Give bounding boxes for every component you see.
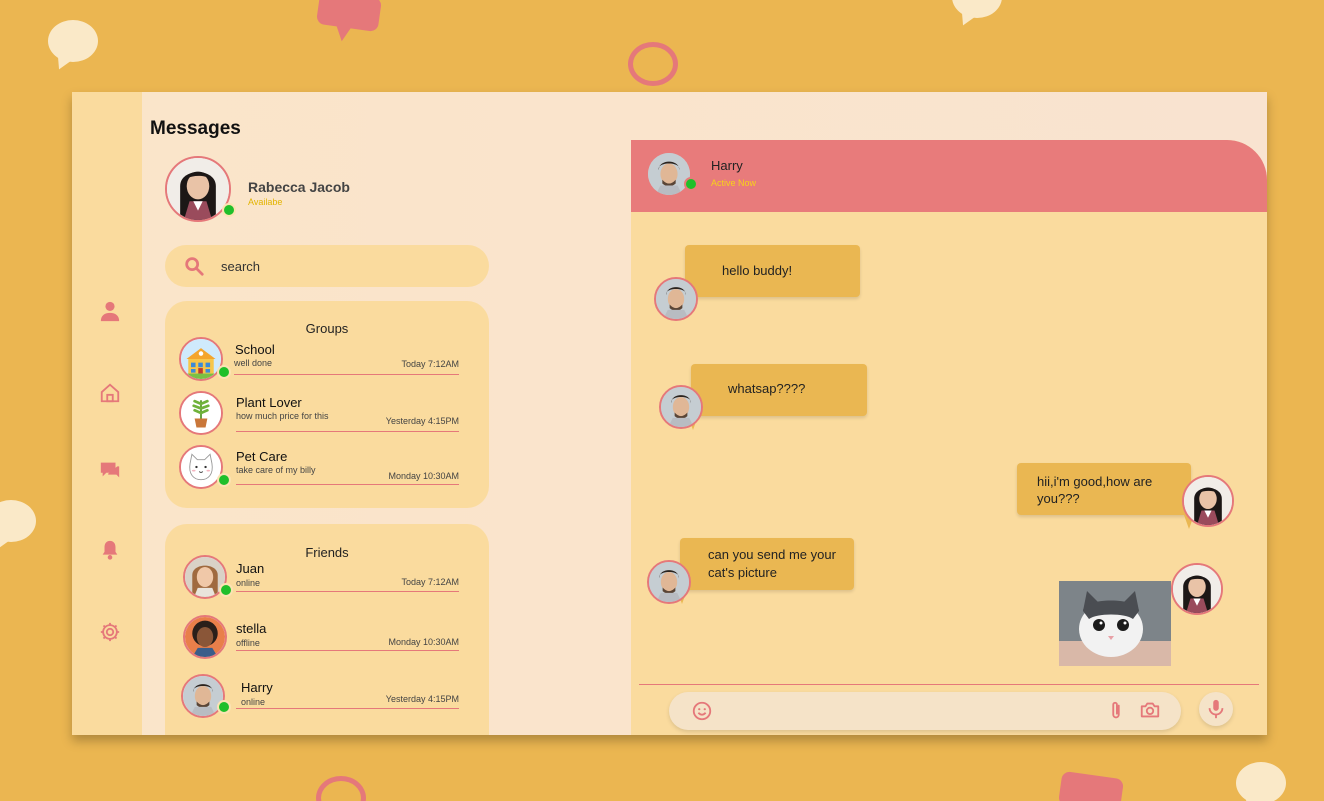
settings-icon[interactable] (98, 620, 122, 644)
profile-name: Rabecca Jacob (248, 179, 350, 195)
friend-name: stella (236, 621, 267, 636)
avatar (659, 385, 703, 429)
decor-bubble (315, 0, 383, 33)
avatar (654, 277, 698, 321)
online-indicator (222, 203, 236, 217)
decor-bubble (952, 0, 1002, 18)
friend-status: offline (236, 638, 260, 648)
search-icon (185, 257, 204, 276)
microphone-button[interactable] (1199, 692, 1233, 726)
sidebar-rail (72, 92, 142, 735)
cat-icon (179, 445, 223, 489)
avatar (183, 615, 227, 659)
decor-bubble (1057, 770, 1125, 801)
search-input[interactable] (221, 258, 461, 274)
camera-icon[interactable] (1139, 699, 1161, 721)
online-indicator (217, 700, 231, 714)
row-divider (236, 591, 459, 592)
group-time: Yesterday 4:15PM (385, 416, 459, 426)
profile-status: Availabe (248, 197, 283, 207)
groups-card: Groups School well done Today 7:12AM Pla… (165, 301, 489, 508)
group-preview: well done (234, 358, 273, 368)
paperclip-icon[interactable] (1105, 700, 1127, 722)
friend-status: online (241, 697, 266, 707)
friend-time: Today 7:12AM (401, 577, 459, 587)
avatar (1171, 563, 1223, 615)
message-bubble: whatsap???? (691, 364, 867, 416)
messenger-window: Messages Rabecca Jacob Availabe Groups S… (72, 92, 1267, 735)
decor-bubble (1236, 762, 1286, 801)
chat-contact-name: Harry (711, 158, 743, 173)
online-indicator (219, 583, 233, 597)
kitten-photo[interactable] (1059, 581, 1171, 666)
avatar[interactable] (648, 153, 690, 195)
decor-bubble (316, 776, 366, 801)
group-preview: how much price for this (236, 411, 329, 421)
list-item[interactable]: Harry online Yesterday 4:15PM (179, 674, 479, 722)
group-name: Plant Lover (236, 395, 302, 410)
bell-icon[interactable] (98, 538, 122, 562)
row-divider (236, 431, 459, 432)
online-indicator (684, 177, 698, 191)
user-icon[interactable] (98, 299, 122, 323)
home-icon[interactable] (98, 381, 122, 405)
friend-status: online (236, 578, 261, 588)
friend-name: Juan (236, 561, 265, 576)
friend-time: Monday 10:30AM (388, 637, 459, 647)
composer-divider (639, 684, 1259, 685)
row-divider (234, 374, 459, 375)
friends-card: Friends Juan online Today 7:12AM stella … (165, 524, 489, 735)
message-input[interactable] (725, 702, 1085, 717)
list-item[interactable]: School well done Today 7:12AM (179, 337, 479, 385)
groups-title: Groups (305, 321, 349, 336)
group-time: Monday 10:30AM (388, 471, 459, 481)
message-bubble: hii,i'm good,how are you??? (1017, 463, 1191, 515)
search-bar[interactable] (165, 245, 489, 287)
message-text: can you send me your cat's picture (708, 547, 836, 580)
row-divider (236, 484, 459, 485)
friend-name: Harry (241, 680, 273, 695)
list-item[interactable]: Juan online Today 7:12AM (179, 555, 479, 603)
emoji-icon[interactable] (691, 700, 713, 722)
chat-header: Harry Active Now (631, 140, 1267, 212)
message-bubble: can you send me your cat's picture (680, 538, 854, 590)
school-icon (179, 337, 223, 381)
avatar (1182, 475, 1234, 527)
online-indicator (217, 473, 231, 487)
messages-icon[interactable] (98, 458, 122, 482)
message-bubble: hello buddy! (685, 245, 860, 297)
message-text: hii,i'm good,how are you??? (1037, 474, 1153, 506)
avatar[interactable] (165, 156, 231, 222)
message-text: hello buddy! (722, 263, 793, 278)
list-item[interactable]: Plant Lover how much price for this Yest… (179, 391, 479, 439)
group-time: Today 7:12AM (401, 359, 459, 369)
page-title: Messages (150, 118, 241, 139)
plant-icon (179, 391, 223, 435)
decor-bubble (628, 42, 678, 86)
group-name: Pet Care (236, 449, 288, 464)
list-item[interactable]: stella offline Monday 10:30AM (179, 615, 479, 663)
chat-panel: Harry Active Now hello buddy! whatsap???… (631, 140, 1267, 735)
message-text: whatsap???? (728, 381, 806, 396)
group-preview: take care of my billy (236, 465, 316, 475)
chat-contact-status: Active Now (711, 178, 757, 188)
list-item[interactable]: Pet Care take care of my billy Monday 10… (179, 445, 479, 493)
friend-time: Yesterday 4:15PM (385, 694, 459, 704)
decor-bubble (0, 500, 36, 542)
avatar (647, 560, 691, 604)
decor-bubble (48, 20, 98, 62)
row-divider (236, 708, 459, 709)
group-name: School (235, 342, 275, 357)
online-indicator (217, 365, 231, 379)
message-composer (669, 692, 1181, 730)
microphone-icon (1208, 699, 1224, 719)
row-divider (236, 650, 459, 651)
